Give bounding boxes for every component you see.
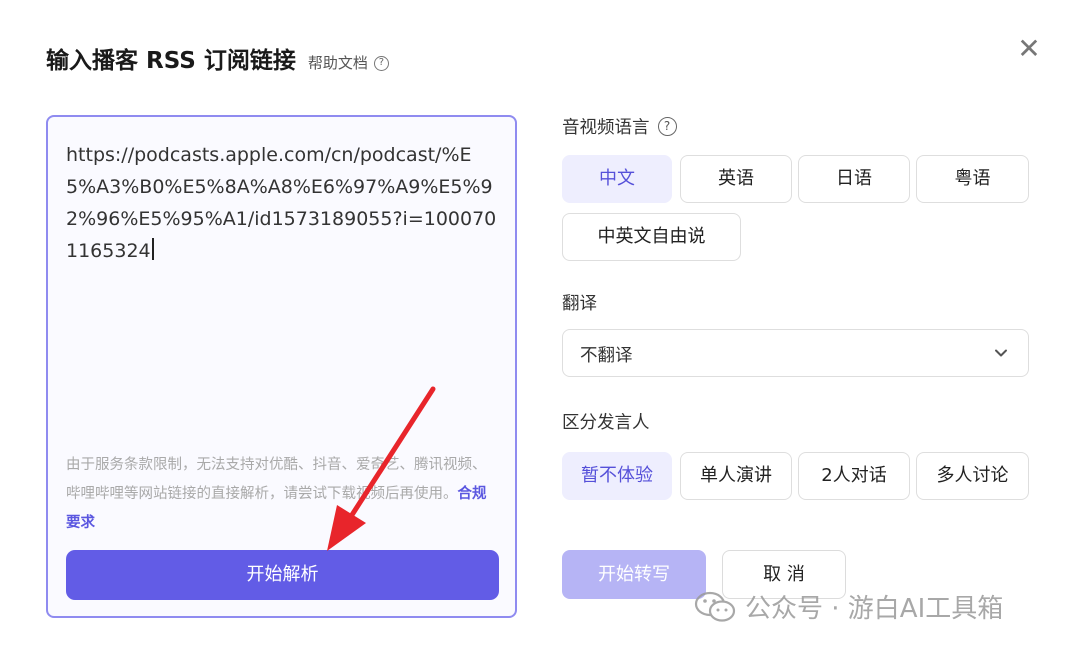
watermark-text: 公众号 · 游白AI工具箱 [745, 594, 1004, 624]
speaker-option-two[interactable]: 2人对话 [798, 452, 910, 500]
start-parse-button[interactable]: 开始解析 [66, 550, 499, 600]
url-textarea[interactable]: https://podcasts.apple.com/cn/podcast/%E… [46, 115, 517, 618]
speaker-section-label: 区分发言人 [562, 409, 650, 434]
speaker-option-skip[interactable]: 暂不体验 [562, 452, 672, 500]
question-circle-icon: ? [373, 55, 389, 71]
start-transcribe-button: 开始转写 [562, 550, 706, 599]
language-label: 音视频语言 [562, 118, 650, 138]
close-icon[interactable]: ✕ [1014, 34, 1044, 64]
help-link-label: 帮助文档 [307, 54, 368, 72]
service-notice: 由于服务条款限制，无法支持对优酷、抖音、爱奇艺、腾讯视频、哔哩哔哩等网站链接的直… [66, 451, 500, 538]
translate-section-label: 翻译 [562, 290, 597, 315]
watermark: 公众号 · 游白AI工具箱 [693, 588, 1003, 625]
help-link[interactable]: 帮助文档 ? [308, 48, 389, 78]
service-notice-text: 由于服务条款限制，无法支持对优酷、抖音、爱奇艺、腾讯视频、哔哩哔哩等网站链接的直… [66, 457, 487, 502]
dialog-title: 输入播客 RSS 订阅链接 [46, 48, 296, 74]
question-circle-icon[interactable]: ? [657, 117, 677, 136]
translate-label: 翻译 [562, 294, 597, 314]
chevron-down-icon [995, 349, 1007, 357]
dialog-header: 输入播客 RSS 订阅链接 帮助文档 ? [46, 44, 389, 78]
speaker-option-multi[interactable]: 多人讨论 [916, 452, 1029, 500]
speaker-label: 区分发言人 [562, 413, 650, 433]
lang-option-english[interactable]: 英语 [680, 155, 792, 203]
lang-option-cantonese[interactable]: 粤语 [916, 155, 1029, 203]
text-caret [151, 238, 154, 260]
lang-option-mixed[interactable]: 中英文自由说 [562, 213, 741, 261]
wechat-icon [694, 591, 736, 622]
speaker-option-single[interactable]: 单人演讲 [680, 452, 792, 500]
language-section-label: 音视频语言 ? [562, 114, 677, 139]
lang-option-japanese[interactable]: 日语 [798, 155, 910, 203]
url-text[interactable]: https://podcasts.apple.com/cn/podcast/%E… [66, 139, 498, 267]
translate-select[interactable]: 不翻译 [562, 329, 1029, 377]
lang-option-chinese[interactable]: 中文 [562, 155, 672, 203]
translate-select-value: 不翻译 [580, 346, 633, 366]
